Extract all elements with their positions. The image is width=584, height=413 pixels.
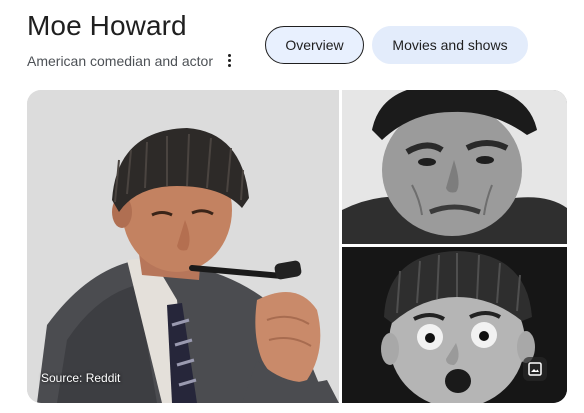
image-gallery: Source: Reddit [27,90,567,403]
gallery-image-bottom-right[interactable] [342,247,567,403]
entity-subtitle: American comedian and actor [27,53,213,69]
entity-title: Moe Howard [27,10,187,41]
image-source-label: Source: Reddit [41,371,121,385]
portrait-pipe-illustration [27,90,339,403]
closeup-grimace-illustration [342,90,567,244]
tab-overview[interactable]: Overview [265,26,364,64]
gallery-image-top-right[interactable] [342,90,567,244]
gallery-image-main[interactable]: Source: Reddit [27,90,339,403]
tab-movies-and-shows[interactable]: Movies and shows [372,26,528,64]
more-options-icon[interactable] [222,51,236,69]
image-icon[interactable] [523,357,547,381]
